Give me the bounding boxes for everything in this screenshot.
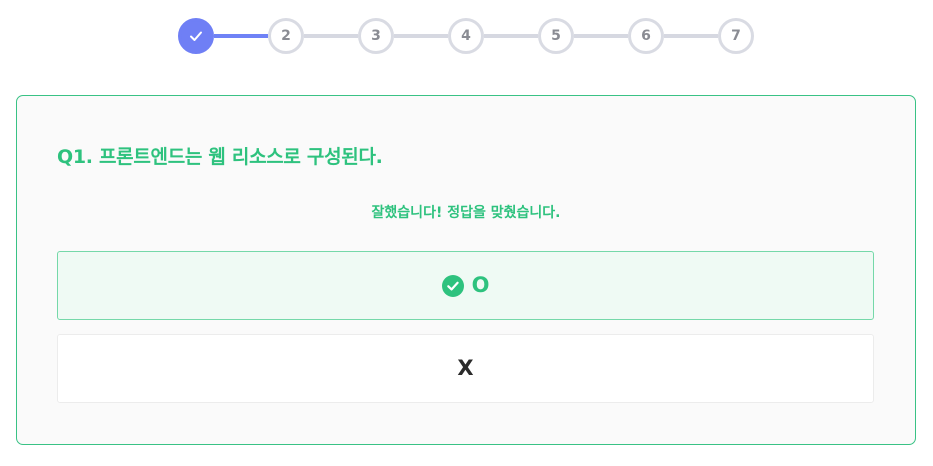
step-2[interactable]: 2 [268,18,304,54]
check-circle-icon [441,274,464,297]
quiz-progress-stepper: 2 3 4 5 6 7 [178,18,754,54]
step-4[interactable]: 4 [448,18,484,54]
stepper-connector-3 [394,34,448,38]
option-x-button[interactable]: X [57,334,874,403]
answer-feedback: 잘했습니다! 정답을 맞췄습니다. [371,205,561,221]
step-6[interactable]: 6 [628,18,664,54]
stepper-connector-1 [214,34,268,38]
stepper-connector-2 [304,34,358,38]
step-1[interactable] [178,18,214,54]
option-x-label: X [457,356,474,380]
option-o-label: O [471,273,490,297]
check-icon [190,31,202,41]
stepper-connector-6 [664,34,718,38]
quiz-card: Q1. 프론트엔드는 웹 리소스로 구성된다. 잘했습니다! 정답을 맞췄습니다… [16,95,916,445]
step-7[interactable]: 7 [718,18,754,54]
question-title: Q1. 프론트엔드는 웹 리소스로 구성된다. [57,146,383,168]
step-5[interactable]: 5 [538,18,574,54]
stepper-connector-4 [484,34,538,38]
step-3[interactable]: 3 [358,18,394,54]
option-o-button[interactable]: O [57,251,874,320]
stepper-connector-5 [574,34,628,38]
